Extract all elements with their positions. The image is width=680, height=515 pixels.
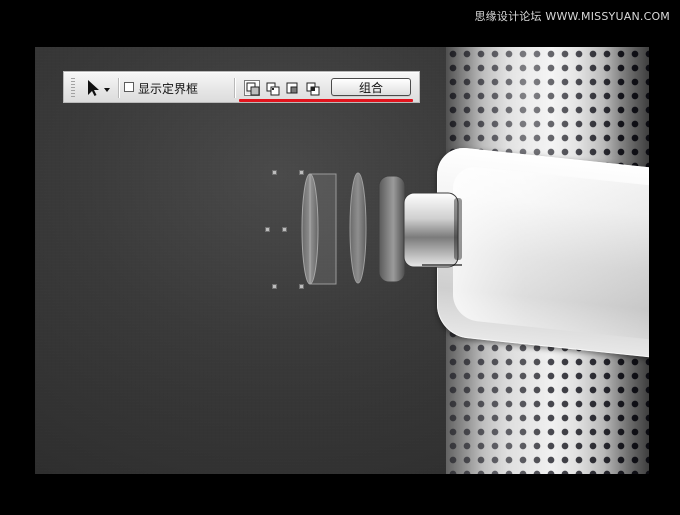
shape-mode-intersect-icon [306, 82, 320, 96]
transform-handle-mid-left[interactable] [265, 227, 270, 232]
plug-svg [301, 172, 462, 285]
cable-plug-illustration [272, 170, 462, 285]
lens-ellipse-1 [301, 173, 319, 285]
shape-mode-add-icon [266, 82, 280, 96]
shape-mode-new-button[interactable] [244, 80, 260, 96]
toolbar-divider [234, 78, 235, 98]
shape-mode-new-icon [246, 82, 260, 96]
shape-mode-add-button[interactable] [264, 80, 280, 96]
plug-cap [378, 175, 406, 283]
speaker-band-highlight [437, 145, 649, 359]
chevron-down-icon [104, 88, 110, 92]
shape-mode-subtract-button[interactable] [284, 80, 300, 96]
shape-mode-intersect-button[interactable] [304, 80, 320, 96]
combine-button[interactable]: 组合 [331, 78, 411, 96]
transform-handle-bottom-left[interactable] [272, 284, 277, 289]
metal-barrel [403, 192, 459, 268]
image-canvas[interactable] [35, 47, 649, 474]
highlight-underline [239, 99, 413, 102]
toolbar-divider [118, 78, 119, 98]
transform-handle-top-left[interactable] [272, 170, 277, 175]
show-bounds-checkbox[interactable] [124, 82, 134, 92]
transform-handle-top-right[interactable] [299, 170, 304, 175]
barrel-shadow [454, 198, 462, 260]
shape-mode-subtract-icon [286, 82, 298, 94]
lens-ellipse-2 [349, 172, 367, 284]
toolbar-grip-icon[interactable] [71, 78, 75, 98]
transform-handle-mid-right[interactable] [282, 227, 287, 232]
watermark: 思缘设计论坛 WWW.MISSYUAN.COM [474, 10, 670, 23]
transform-handle-bottom-right[interactable] [299, 284, 304, 289]
show-bounds-label: 显示定界框 [138, 82, 199, 96]
tool-selector[interactable] [82, 78, 112, 98]
